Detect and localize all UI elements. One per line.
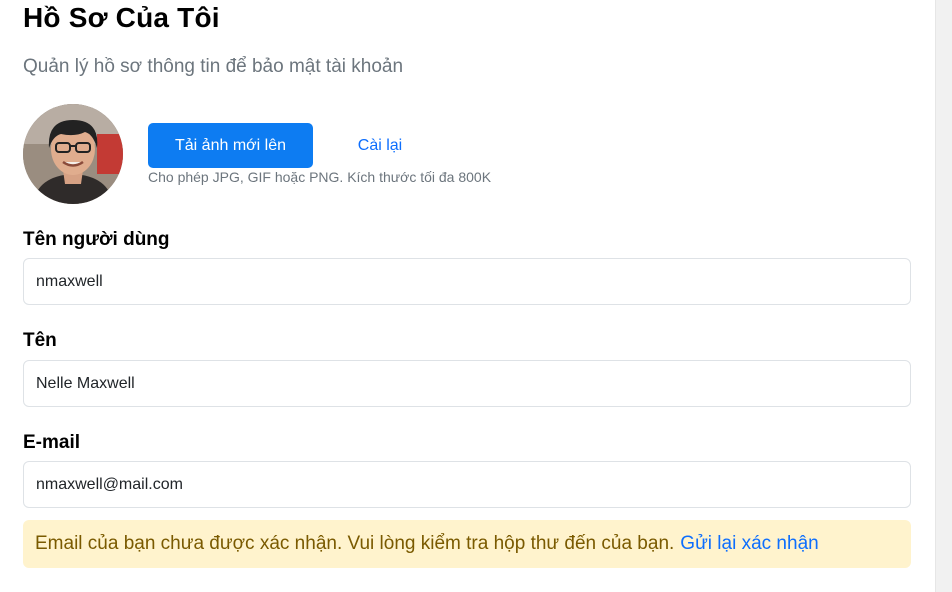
resend-confirmation-link[interactable]: Gửi lại xác nhận xyxy=(680,533,818,555)
name-label: Tên xyxy=(23,330,57,351)
alert-message: Email của bạn chưa được xác nhận. Vui lò… xyxy=(35,533,675,554)
user-photo-icon xyxy=(23,104,123,204)
upload-photo-button[interactable]: Tải ảnh mới lên xyxy=(148,123,313,168)
page-subtitle: Quản lý hồ sơ thông tin để bảo mật tài k… xyxy=(23,56,404,77)
name-input[interactable] xyxy=(23,360,911,407)
email-unverified-alert: Email của bạn chưa được xác nhận. Vui lò… xyxy=(23,520,911,568)
reset-photo-button[interactable]: Cài lại xyxy=(340,123,420,168)
email-input[interactable] xyxy=(23,461,911,508)
page-title: Hồ Sơ Của Tôi xyxy=(23,2,220,33)
avatar xyxy=(23,104,123,204)
scrollbar-track[interactable] xyxy=(935,0,952,592)
username-label: Tên người dùng xyxy=(23,229,170,250)
photo-hint: Cho phép JPG, GIF hoặc PNG. Kích thước t… xyxy=(148,169,492,185)
email-label: E-mail xyxy=(23,432,81,453)
username-input[interactable] xyxy=(23,258,911,305)
